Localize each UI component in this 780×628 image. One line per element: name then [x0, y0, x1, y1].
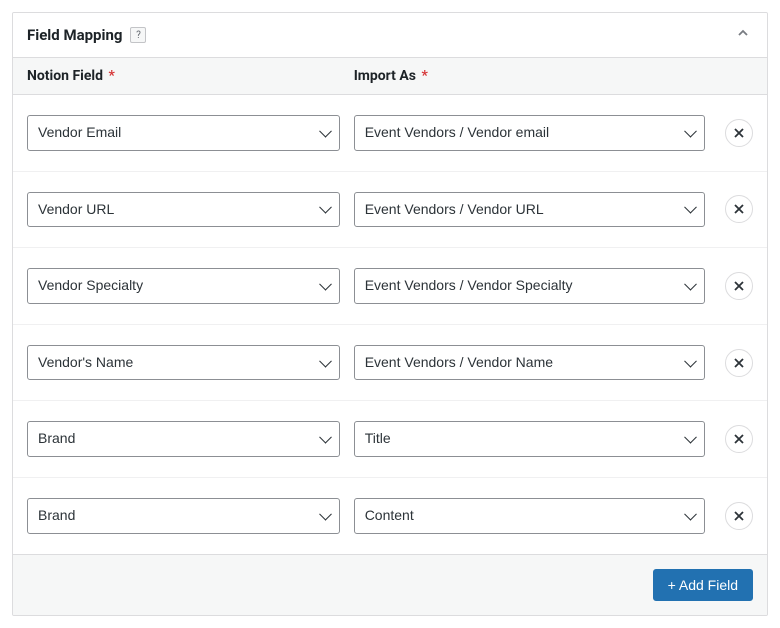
import-as-select[interactable]: Title — [354, 421, 705, 457]
close-icon — [734, 434, 744, 444]
panel-header: Field Mapping ? — [13, 13, 767, 58]
notion-field-select[interactable]: Vendor's Name — [27, 345, 340, 381]
notion-field-select-wrapper: Vendor's Name — [27, 345, 340, 381]
mapping-row: Vendor's Name Event Vendors / Vendor Name — [13, 325, 767, 402]
notion-field-select-wrapper: Brand — [27, 421, 340, 457]
close-icon — [734, 204, 744, 214]
notion-field-cell: Vendor's Name — [27, 345, 354, 381]
notion-field-cell: Vendor Specialty — [27, 268, 354, 304]
import-as-select-wrapper: Event Vendors / Vendor Specialty — [354, 268, 705, 304]
import-as-select-wrapper: Event Vendors / Vendor email — [354, 115, 705, 151]
mapping-rows: Vendor Email Event Vendors / Vendor email… — [13, 95, 767, 554]
collapse-toggle[interactable] — [733, 23, 753, 47]
import-as-cell: Event Vendors / Vendor Specialty — [354, 268, 753, 304]
notion-field-select-wrapper: Vendor Specialty — [27, 268, 340, 304]
mapping-row: Vendor URL Event Vendors / Vendor URL — [13, 172, 767, 249]
remove-row-button[interactable] — [725, 195, 753, 223]
notion-field-select[interactable]: Brand — [27, 498, 340, 534]
import-as-cell: Event Vendors / Vendor email — [354, 115, 753, 151]
import-as-select-wrapper: Title — [354, 421, 705, 457]
notion-field-select-wrapper: Vendor URL — [27, 192, 340, 228]
notion-field-select[interactable]: Vendor Email — [27, 115, 340, 151]
notion-field-select-wrapper: Brand — [27, 498, 340, 534]
remove-row-button[interactable] — [725, 349, 753, 377]
import-as-cell: Event Vendors / Vendor URL — [354, 192, 753, 228]
import-as-cell: Content — [354, 498, 753, 534]
notion-field-select-wrapper: Vendor Email — [27, 115, 340, 151]
help-icon[interactable]: ? — [130, 27, 146, 43]
close-icon — [734, 358, 744, 368]
panel-title-text: Field Mapping — [27, 26, 122, 44]
import-as-select[interactable]: Content — [354, 498, 705, 534]
field-mapping-panel: Field Mapping ? Notion Field * Import As… — [12, 12, 768, 616]
close-icon — [734, 128, 744, 138]
import-as-cell: Event Vendors / Vendor Name — [354, 345, 753, 381]
remove-row-button[interactable] — [725, 502, 753, 530]
remove-row-button[interactable] — [725, 425, 753, 453]
import-as-select-wrapper: Event Vendors / Vendor URL — [354, 192, 705, 228]
caret-up-icon — [737, 27, 749, 39]
required-mark: * — [421, 68, 427, 84]
panel-footer: + Add Field — [13, 554, 767, 615]
import-as-select-wrapper: Content — [354, 498, 705, 534]
mapping-row: Brand Content — [13, 478, 767, 554]
import-as-select[interactable]: Event Vendors / Vendor URL — [354, 192, 705, 228]
columns-header: Notion Field * Import As * — [13, 58, 767, 95]
notion-field-cell: Brand — [27, 498, 354, 534]
panel-title: Field Mapping ? — [27, 26, 146, 44]
import-as-select[interactable]: Event Vendors / Vendor email — [354, 115, 705, 151]
close-icon — [734, 281, 744, 291]
remove-row-button[interactable] — [725, 119, 753, 147]
column-notion-label: Notion Field — [27, 68, 103, 84]
import-as-select-wrapper: Event Vendors / Vendor Name — [354, 345, 705, 381]
notion-field-select[interactable]: Brand — [27, 421, 340, 457]
column-importas-header: Import As * — [354, 68, 753, 84]
notion-field-cell: Vendor URL — [27, 192, 354, 228]
notion-field-select[interactable]: Vendor URL — [27, 192, 340, 228]
notion-field-cell: Brand — [27, 421, 354, 457]
column-importas-label: Import As — [354, 68, 416, 84]
import-as-cell: Title — [354, 421, 753, 457]
remove-row-button[interactable] — [725, 272, 753, 300]
column-notion-header: Notion Field * — [27, 68, 354, 84]
import-as-select[interactable]: Event Vendors / Vendor Specialty — [354, 268, 705, 304]
notion-field-select[interactable]: Vendor Specialty — [27, 268, 340, 304]
mapping-row: Vendor Email Event Vendors / Vendor email — [13, 95, 767, 172]
mapping-row: Vendor Specialty Event Vendors / Vendor S… — [13, 248, 767, 325]
mapping-row: Brand Title — [13, 401, 767, 478]
add-field-button[interactable]: + Add Field — [653, 569, 753, 601]
required-mark: * — [108, 68, 114, 84]
notion-field-cell: Vendor Email — [27, 115, 354, 151]
import-as-select[interactable]: Event Vendors / Vendor Name — [354, 345, 705, 381]
close-icon — [734, 511, 744, 521]
